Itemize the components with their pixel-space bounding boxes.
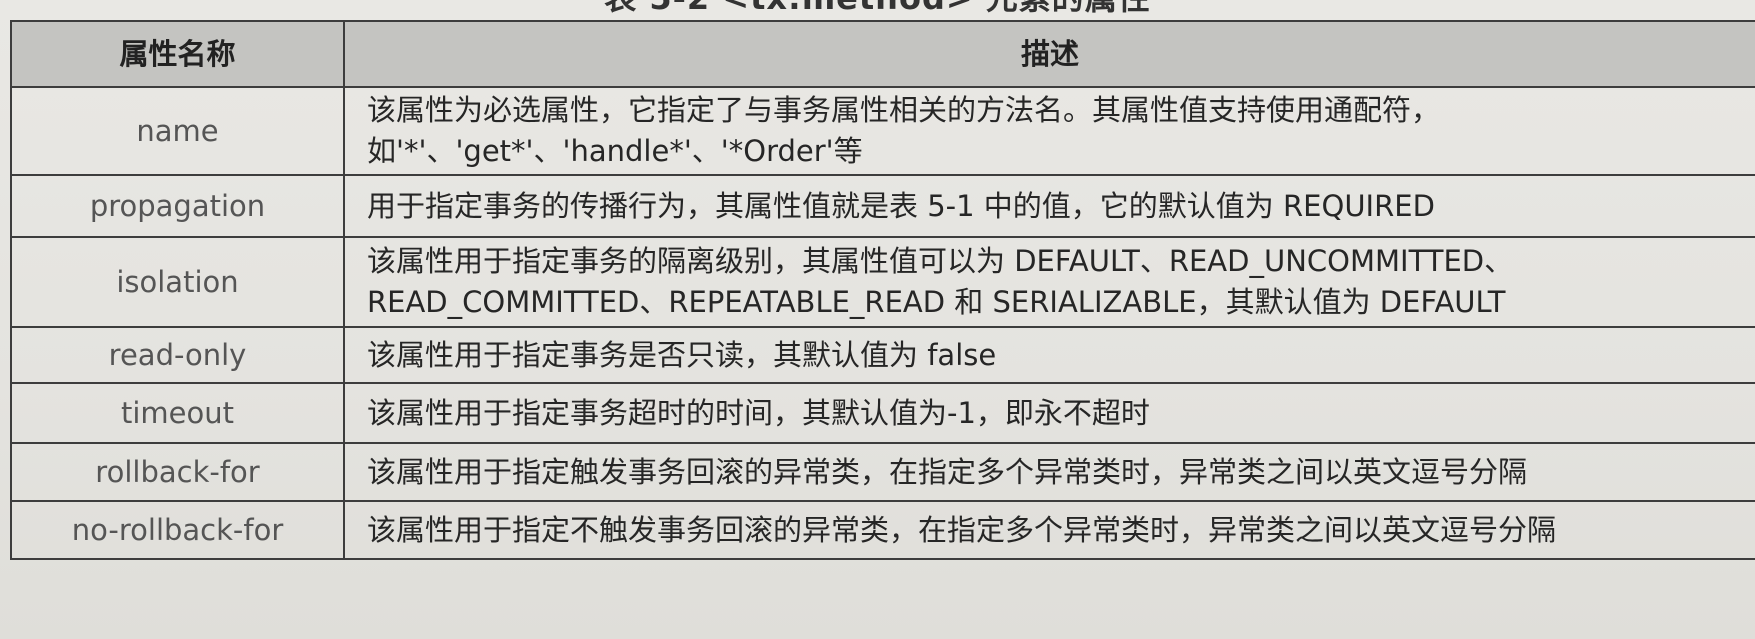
document-page: 表 5-2 <tx:method> 元素的属性 属性名称 描述 name 该属性… [0,0,1755,639]
attribute-description: 用于指定事务的传播行为，其属性值就是表 5-1 中的值，它的默认值为 REQUI… [343,174,1755,238]
attribute-name: propagation [10,174,345,238]
header-description: 描述 [343,20,1755,88]
table-row: timeout 该属性用于指定事务超时的时间，其默认值为-1，即永不超时 [10,382,1755,444]
attribute-description: 该属性用于指定不触发事务回滚的异常类，在指定多个异常类时，异常类之间以英文逗号分… [343,500,1755,560]
attribute-description: 该属性用于指定事务超时的时间，其默认值为-1，即永不超时 [343,382,1755,444]
table-row: isolation 该属性用于指定事务的隔离级别，其属性值可以为 DEFAULT… [10,236,1755,328]
attribute-description: 该属性用于指定触发事务回滚的异常类，在指定多个异常类时，异常类之间以英文逗号分隔 [343,442,1755,502]
attribute-name: name [10,86,345,176]
attribute-name: isolation [10,236,345,328]
table-row: no-rollback-for 该属性用于指定不触发事务回滚的异常类，在指定多个… [10,500,1755,560]
table-row: propagation 用于指定事务的传播行为，其属性值就是表 5-1 中的值，… [10,174,1755,238]
attribute-name: rollback-for [10,442,345,502]
attribute-name: timeout [10,382,345,444]
header-attribute-name: 属性名称 [10,20,345,88]
attribute-table: 属性名称 描述 name 该属性为必选属性，它指定了与事务属性相关的方法名。其属… [10,20,1755,560]
attribute-description: 该属性用于指定事务是否只读，其默认值为 false [343,326,1755,384]
table-row: name 该属性为必选属性，它指定了与事务属性相关的方法名。其属性值支持使用通配… [10,86,1755,176]
attribute-description: 该属性用于指定事务的隔离级别，其属性值可以为 DEFAULT、READ_UNCO… [343,236,1755,328]
attribute-name: read-only [10,326,345,384]
table-header-row: 属性名称 描述 [10,20,1755,88]
attribute-name: no-rollback-for [10,500,345,560]
table-row: rollback-for 该属性用于指定触发事务回滚的异常类，在指定多个异常类时… [10,442,1755,502]
table-row: read-only 该属性用于指定事务是否只读，其默认值为 false [10,326,1755,384]
attribute-description: 该属性为必选属性，它指定了与事务属性相关的方法名。其属性值支持使用通配符，如'*… [343,86,1755,176]
table-caption: 表 5-2 <tx:method> 元素的属性 [0,0,1755,18]
